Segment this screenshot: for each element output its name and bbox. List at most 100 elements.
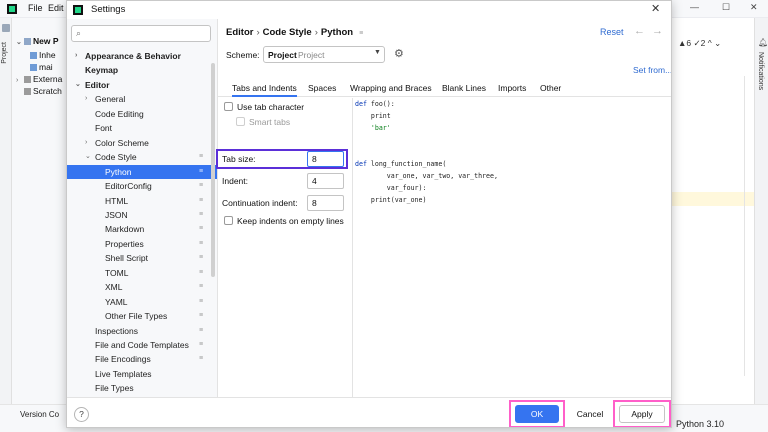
close-window-icon[interactable]: ✕ [750, 2, 758, 13]
breadcrumb-editor[interactable]: Editor [226, 27, 253, 38]
tab-size-field[interactable] [307, 151, 344, 167]
sidebar-item-yaml[interactable]: YAML ≡ [67, 295, 217, 310]
tree-item[interactable]: ⌄ New P [16, 36, 59, 46]
sidebar-item-appearance-behavior[interactable]: › Appearance & Behavior [67, 49, 217, 64]
minimize-icon[interactable]: — [690, 2, 699, 12]
sidebar-item-file-encodings[interactable]: File Encodings ≡ [67, 352, 217, 367]
sidebar-item-markdown[interactable]: Markdown ≡ [67, 222, 217, 237]
code-line: def foo(): [355, 100, 395, 108]
project-level-icon: ≡ [359, 30, 364, 37]
apply-button[interactable]: Apply [619, 405, 665, 423]
chevron-right-icon[interactable]: › [75, 49, 77, 64]
forward-arrow-icon[interactable]: → [652, 25, 663, 37]
sidebar-item-live-templates[interactable]: Live Templates [67, 367, 217, 382]
breadcrumb-separator: › [256, 27, 260, 38]
inspection-widget[interactable]: ▲6 ✓2 ^ ⌄ [678, 38, 721, 49]
sidebar-item-toml[interactable]: TOML ≡ [67, 266, 217, 281]
close-icon[interactable]: ✕ [651, 2, 660, 15]
smart-tabs-checkbox[interactable]: Smart tabs [236, 117, 290, 127]
ok-button[interactable]: OK [515, 405, 559, 423]
project-level-icon: ≡ [199, 167, 204, 175]
project-level-icon: ≡ [199, 355, 204, 363]
tab-blank-lines[interactable]: Blank Lines [442, 83, 486, 93]
chevron-down-icon[interactable]: ⌄ [85, 150, 91, 165]
project-level-icon: ≡ [199, 239, 204, 247]
code-line: print(var_one) [355, 196, 427, 204]
maximize-icon[interactable]: ☐ [722, 2, 730, 13]
sidebar-item-keymap[interactable]: Keymap [67, 63, 217, 78]
sidebar-item-label: JSON [105, 209, 128, 220]
sidebar-item-html[interactable]: HTML ≡ [67, 194, 217, 209]
tree-item[interactable]: mai [30, 62, 53, 72]
chevron-right-icon[interactable]: › [85, 92, 87, 107]
breadcrumb-code-style[interactable]: Code Style [263, 27, 312, 38]
scheme-dropdown[interactable]: Project Project ▼ [263, 46, 385, 63]
use-tab-character-checkbox[interactable]: Use tab character [224, 102, 304, 112]
tree-item[interactable]: › Externa [16, 74, 62, 84]
project-level-icon: ≡ [199, 182, 204, 190]
sidebar-item-properties[interactable]: Properties ≡ [67, 237, 217, 252]
sidebar-item-code-style[interactable]: ⌄ Code Style ≡ [67, 150, 217, 165]
checkbox-box [224, 102, 233, 111]
project-level-icon: ≡ [199, 297, 204, 305]
sidebar-item-label: XML [105, 282, 123, 293]
tab-spaces[interactable]: Spaces [308, 83, 336, 93]
code-preview[interactable]: def foo(): print 'bar' def long_function… [352, 98, 671, 397]
sidebar-item-editorconfig[interactable]: EditorConfig ≡ [67, 179, 217, 194]
menu-file[interactable]: File [28, 3, 43, 13]
cancel-button[interactable]: Cancel [572, 405, 608, 423]
sidebar-item-label: File Types [95, 383, 134, 394]
sidebar-item-code-editing[interactable]: Code Editing [67, 107, 217, 122]
sidebar-item-python[interactable]: Python ≡ [67, 164, 217, 180]
sidebar-item-inspections[interactable]: Inspections ≡ [67, 324, 217, 339]
continuation-indent-field[interactable] [307, 195, 344, 211]
sidebar-item-label: EditorConfig [105, 181, 152, 192]
sidebar-item-color-scheme[interactable]: › Color Scheme [67, 136, 217, 151]
scheme-label: Scheme: [226, 50, 260, 60]
gear-icon[interactable]: ⚙ [394, 47, 404, 60]
back-arrow-icon[interactable]: ← [634, 25, 645, 37]
version-control-tab[interactable]: Version Co [20, 410, 59, 419]
search-input[interactable] [88, 27, 208, 40]
tab-imports[interactable]: Imports [498, 83, 526, 93]
project-level-icon: ≡ [199, 196, 204, 204]
reset-link[interactable]: Reset [600, 27, 624, 37]
tree-item[interactable]: Scratch [24, 86, 62, 96]
sidebar-item-shell-script[interactable]: Shell Script ≡ [67, 251, 217, 266]
sidebar-item-xml[interactable]: XML ≡ [67, 280, 217, 295]
keep-indents-checkbox[interactable]: Keep indents on empty lines [224, 216, 344, 226]
breadcrumb-separator: › [314, 27, 318, 38]
help-button[interactable]: ? [74, 407, 89, 422]
indent-field[interactable] [307, 173, 344, 189]
checkbox-box [236, 117, 245, 126]
code-line: var_four): [355, 184, 427, 192]
notifications-label[interactable]: Notifications [757, 52, 764, 90]
sidebar-item-json[interactable]: JSON ≡ [67, 208, 217, 223]
sidebar-item-general[interactable]: › General [67, 92, 217, 107]
sidebar-item-editor[interactable]: ⌄ Editor [67, 78, 217, 93]
sidebar-item-file-types[interactable]: File Types [67, 381, 217, 396]
project-tool-label[interactable]: Project [1, 42, 8, 64]
sidebar-item-label: File Encodings [95, 354, 151, 365]
project-tool-icon[interactable] [2, 24, 10, 32]
sidebar-item-file-and-code-templates[interactable]: File and Code Templates ≡ [67, 338, 217, 353]
set-from-link[interactable]: Set from... [633, 65, 671, 75]
sidebar-item-other-file-types[interactable]: Other File Types ≡ [67, 309, 217, 324]
chevron-right-icon[interactable]: › [85, 136, 87, 151]
sidebar-item-font[interactable]: Font [67, 121, 217, 136]
sidebar-scrollbar[interactable] [211, 63, 215, 277]
tab-wrapping-and-braces[interactable]: Wrapping and Braces [350, 83, 432, 93]
tab-other[interactable]: Other [540, 83, 561, 93]
settings-search[interactable]: ⌕ [71, 25, 211, 42]
bell-icon[interactable]: 🔔︎ [758, 38, 768, 47]
chevron-down-icon[interactable]: ⌄ [75, 78, 81, 93]
code-line: def long_function_name( [355, 160, 447, 168]
project-level-icon: ≡ [199, 254, 204, 262]
interpreter-status[interactable]: Python 3.10 [676, 419, 724, 429]
sidebar-item-label: Code Editing [95, 108, 144, 119]
tab-tabs-and-indents[interactable]: Tabs and Indents [232, 83, 297, 97]
indent-label: Indent: [222, 176, 248, 186]
folder-icon [24, 38, 31, 45]
menu-edit[interactable]: Edit [48, 3, 64, 13]
tree-item[interactable]: Inhe [30, 50, 56, 60]
